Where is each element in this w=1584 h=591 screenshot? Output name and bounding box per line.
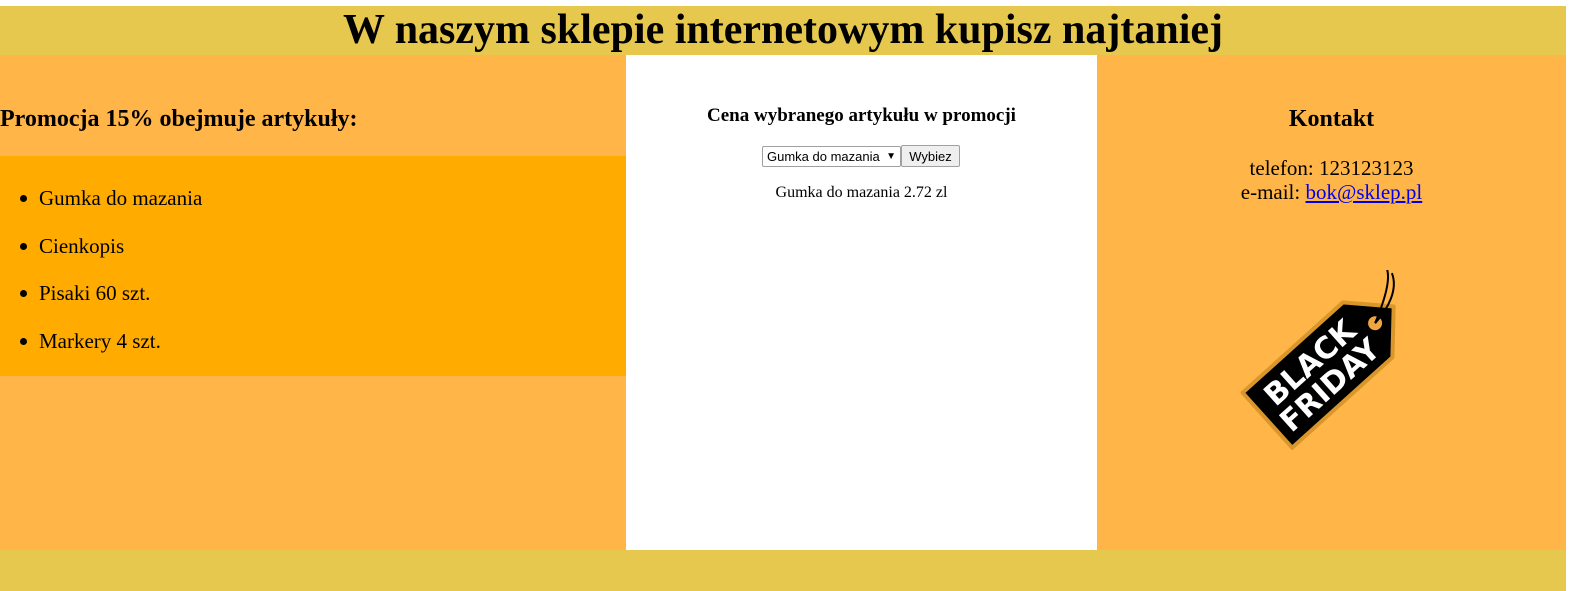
product-select[interactable]: Gumka do mazania ▼ <box>762 145 901 167</box>
promotion-panel: Promocja 15% obejmuje artykuły: Gumka do… <box>0 55 626 550</box>
list-item: Cienkopis <box>19 234 125 258</box>
phone-label: telefon: <box>1249 156 1314 180</box>
contact-heading: Kontakt <box>1288 106 1375 132</box>
price-check-heading: Cena wybranego artykułu w promocji <box>707 105 1016 126</box>
price-form: Gumka do mazania ▼ Wybiez <box>762 145 960 167</box>
email-label: e-mail: <box>1240 180 1301 204</box>
list-item: Pisaki 60 szt. <box>19 281 151 305</box>
page-footer <box>0 550 1566 591</box>
promotion-list: Gumka do mazania Cienkopis Pisaki 60 szt… <box>0 156 626 376</box>
phone-number: 123123123 <box>1318 156 1414 180</box>
list-item: Gumka do mazania <box>19 186 203 210</box>
contact-details: telefon: 123123123 e-mail: bok@sklep.pl <box>1097 156 1566 204</box>
product-select-value: Gumka do mazania <box>767 148 880 164</box>
list-item: Markery 4 szt. <box>20 329 161 353</box>
black-friday-tag-icon: BLACK FRIDAY <box>1240 270 1396 450</box>
page-title: W naszym sklepie internetowym kupisz naj… <box>342 7 1224 53</box>
promotion-heading: Promocja 15% obejmuje artykuły: <box>0 106 358 132</box>
email-line: e-mail: bok@sklep.pl <box>1097 180 1566 204</box>
choose-button[interactable]: Wybiez <box>901 145 960 167</box>
price-result: Gumka do mazania 2.72 zl <box>775 184 948 201</box>
price-check-panel: Cena wybranego artykułu w promocji Gumka… <box>626 55 1097 550</box>
email-link[interactable]: bok@sklep.pl <box>1305 180 1422 204</box>
page-header: W naszym sklepie internetowym kupisz naj… <box>0 6 1566 55</box>
phone-line: telefon: 123123123 <box>1097 156 1566 180</box>
dropdown-arrow-icon: ▼ <box>886 150 896 162</box>
